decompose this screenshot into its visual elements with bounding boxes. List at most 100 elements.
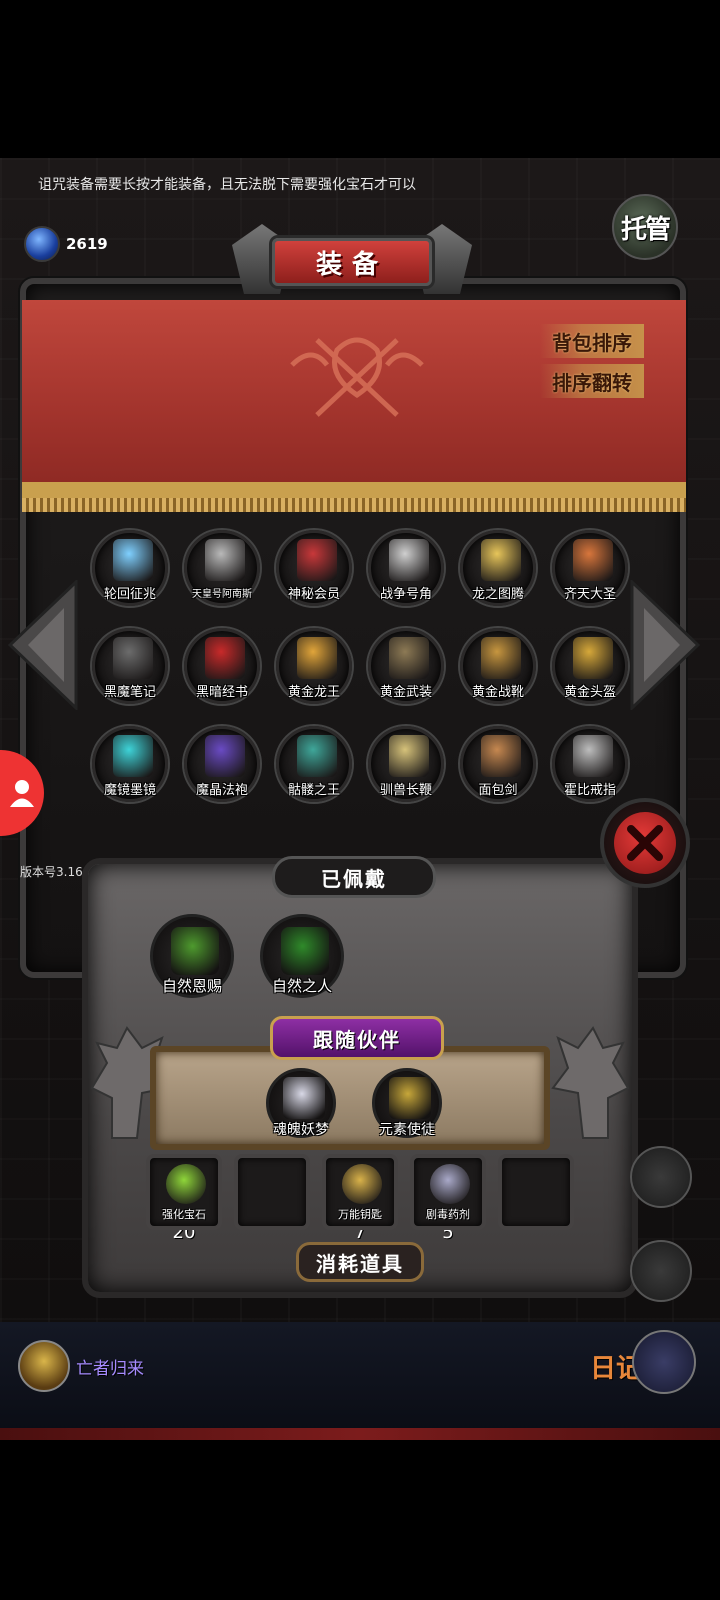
item-slot[interactable]: 神秘会员 bbox=[276, 530, 352, 606]
reverse-sort-button[interactable]: 排序翻转 bbox=[540, 364, 644, 398]
bottom-strip bbox=[0, 1428, 720, 1440]
consumable-icon bbox=[430, 1164, 470, 1204]
item-label: 黄金战靴 bbox=[471, 685, 524, 700]
hint-text: 诅咒装备需要长按才能装备，且无法脱下需要强化宝石才可以 bbox=[38, 177, 416, 193]
gem-counter: 2619 bbox=[24, 226, 108, 262]
auto-play-button[interactable]: 托管 bbox=[612, 194, 678, 260]
player-name: 亡者归来 bbox=[76, 1358, 144, 1379]
equipped-slot-2[interactable]: 自然之人 bbox=[260, 914, 344, 998]
gem-count: 2619 bbox=[66, 235, 108, 253]
item-slot[interactable]: 面包剑 bbox=[460, 726, 536, 802]
version-text: 版本号3.16 bbox=[20, 865, 83, 879]
consumables-title-label: 消耗道具 bbox=[316, 1251, 404, 1276]
item-slot[interactable]: 骷髅之王 bbox=[276, 726, 352, 802]
companion-slot-1[interactable]: 魂魄妖梦 bbox=[266, 1068, 336, 1138]
companion-title: 跟随伙伴 bbox=[270, 1016, 444, 1060]
empty-consumable-slot[interactable] bbox=[498, 1154, 574, 1230]
equipped-title-label: 已佩戴 bbox=[321, 866, 387, 891]
arrow-left-icon bbox=[7, 578, 78, 712]
item-label: 魔镜墨镜 bbox=[103, 783, 156, 798]
item-slot[interactable]: 齐天大圣 bbox=[552, 530, 628, 606]
companion-label: 魂魄妖梦 bbox=[273, 1122, 329, 1138]
item-icon bbox=[113, 539, 153, 581]
next-page-arrow[interactable] bbox=[630, 578, 701, 712]
game-screen: 诅咒装备需要长按才能装备，且无法脱下需要强化宝石才可以 2619 托管 背包排序… bbox=[0, 158, 720, 1440]
item-label: 霍比戒指 bbox=[563, 783, 616, 798]
consumable-icon bbox=[166, 1164, 206, 1204]
equipped-slot-1[interactable]: 自然恩赐 bbox=[150, 914, 234, 998]
item-slot[interactable]: 天皇号阿南斯 bbox=[184, 530, 260, 606]
item-icon bbox=[297, 637, 337, 679]
item-slot[interactable]: 黑魔笔记 bbox=[92, 628, 168, 704]
diary-button[interactable]: 日记 bbox=[590, 1330, 700, 1400]
equipped-slot-label: 自然恩赐 bbox=[161, 977, 222, 995]
companion-slot-2[interactable]: 元素使徒 bbox=[372, 1068, 442, 1138]
item-label: 黑暗经书 bbox=[195, 685, 248, 700]
item-slot[interactable]: 战争号角 bbox=[368, 530, 444, 606]
item-label: 魔晶法袍 bbox=[195, 783, 248, 798]
item-icon bbox=[205, 637, 245, 679]
crossed-swords-emblem-icon bbox=[290, 337, 424, 417]
item-icon bbox=[389, 735, 429, 777]
item-icon bbox=[205, 539, 245, 581]
arrow-right-icon bbox=[630, 578, 701, 712]
item-icon bbox=[389, 637, 429, 679]
companion-label: 元素使徒 bbox=[379, 1122, 435, 1138]
item-slot[interactable]: 驯兽长鞭 bbox=[368, 726, 444, 802]
consumable-slot[interactable]: 强化宝石 bbox=[146, 1154, 222, 1230]
item-label: 面包剑 bbox=[478, 783, 518, 798]
gem-icon bbox=[24, 226, 60, 262]
item-slot[interactable]: 魔镜墨镜 bbox=[92, 726, 168, 802]
prev-page-arrow[interactable] bbox=[7, 578, 78, 712]
nature-man-icon bbox=[281, 927, 329, 975]
item-label: 龙之图腾 bbox=[471, 587, 524, 602]
item-icon bbox=[573, 735, 613, 777]
empty-consumable-slot[interactable] bbox=[234, 1154, 310, 1230]
item-label: 驯兽长鞭 bbox=[379, 783, 432, 798]
item-label: 黄金头盔 bbox=[563, 685, 616, 700]
helmet-side-icon[interactable] bbox=[630, 1146, 692, 1208]
backpack-sort-button[interactable]: 背包排序 bbox=[540, 324, 644, 358]
item-label: 黄金龙王 bbox=[287, 685, 340, 700]
item-slot[interactable]: 黑暗经书 bbox=[184, 628, 260, 704]
item-icon bbox=[481, 539, 521, 581]
dragon-statue-icon bbox=[551, 1026, 630, 1139]
item-slot[interactable]: 霍比戒指 bbox=[552, 726, 628, 802]
nature-gift-icon bbox=[171, 927, 219, 975]
item-label: 天皇号阿南斯 bbox=[192, 589, 252, 600]
panel-title: 装备 bbox=[315, 249, 388, 280]
item-slot[interactable]: 黄金武装 bbox=[368, 628, 444, 704]
consumable-slot[interactable]: 剧毒药剂 bbox=[410, 1154, 486, 1230]
player-info[interactable]: 亡者归来 bbox=[18, 1340, 144, 1392]
item-icon bbox=[481, 637, 521, 679]
close-icon bbox=[614, 812, 676, 874]
consumable-label: 万能钥匙 bbox=[338, 1208, 382, 1221]
consumable-icon bbox=[342, 1164, 382, 1204]
consumable-label: 剧毒药剂 bbox=[426, 1208, 470, 1221]
item-icon bbox=[389, 539, 429, 581]
companion-title-label: 跟随伙伴 bbox=[313, 1027, 401, 1052]
item-slot[interactable]: 黄金战靴 bbox=[460, 628, 536, 704]
item-label: 轮回征兆 bbox=[103, 587, 156, 602]
close-button[interactable] bbox=[600, 798, 690, 888]
consumable-label: 强化宝石 bbox=[162, 1208, 206, 1221]
item-label: 骷髅之王 bbox=[287, 783, 340, 798]
item-icon bbox=[113, 735, 153, 777]
equipment-title: 装备 bbox=[232, 220, 472, 312]
player-avatar[interactable] bbox=[18, 1340, 70, 1392]
equipped-title: 已佩戴 bbox=[272, 856, 436, 898]
item-icon bbox=[481, 735, 521, 777]
item-slot[interactable]: 黄金头盔 bbox=[552, 628, 628, 704]
item-icon bbox=[573, 637, 613, 679]
companion-frame bbox=[150, 1046, 550, 1150]
consumable-slot[interactable]: 万能钥匙 bbox=[322, 1154, 398, 1230]
item-slot[interactable]: 轮回征兆 bbox=[92, 530, 168, 606]
item-slot[interactable]: 黄金龙王 bbox=[276, 628, 352, 704]
title-plate: 装备 bbox=[272, 238, 432, 286]
tavern-mug-icon[interactable] bbox=[630, 1240, 692, 1302]
backpack-sort-label: 背包排序 bbox=[552, 330, 632, 355]
equipment-banner: 背包排序 排序翻转 bbox=[22, 300, 686, 512]
item-label: 黑魔笔记 bbox=[103, 685, 156, 700]
item-slot[interactable]: 龙之图腾 bbox=[460, 530, 536, 606]
item-slot[interactable]: 魔晶法袍 bbox=[184, 726, 260, 802]
